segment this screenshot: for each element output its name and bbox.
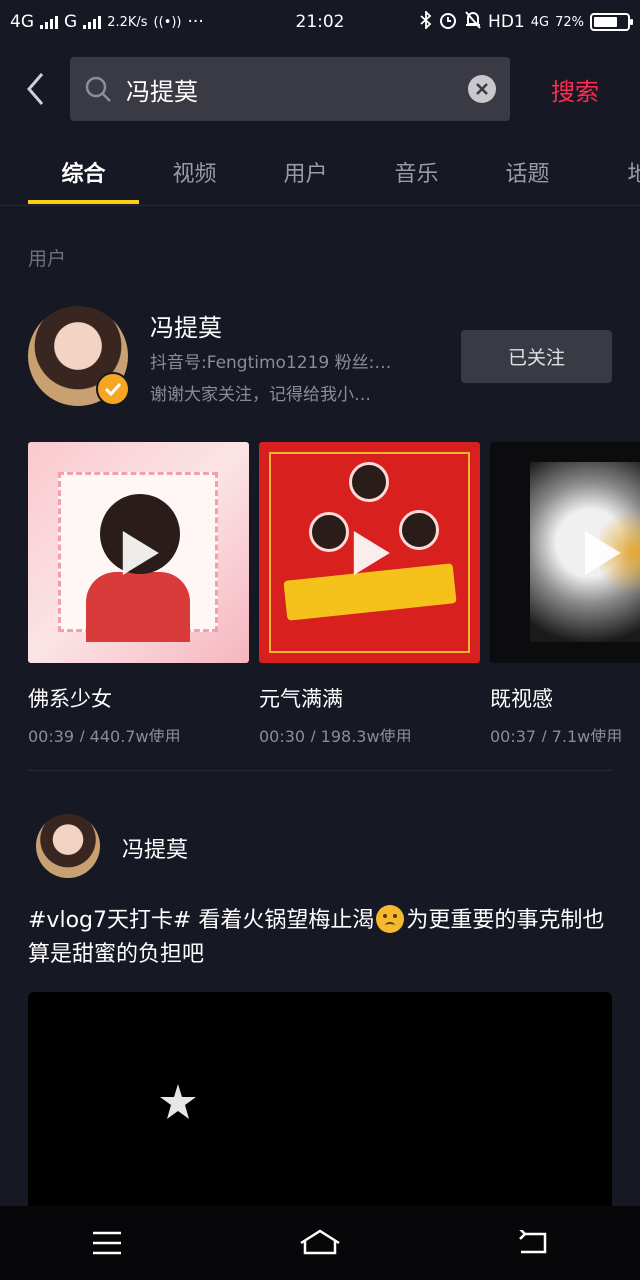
music-cover — [490, 442, 640, 663]
hd-label: HD1 — [488, 12, 525, 32]
tab-music[interactable]: 音乐 — [361, 140, 472, 205]
back-button[interactable] — [0, 56, 70, 122]
system-nav-bar — [0, 1206, 640, 1280]
status-right: HD1 4G 72% — [420, 9, 633, 35]
tab-videos[interactable]: 视频 — [139, 140, 250, 205]
follow-button[interactable]: 已关注 — [461, 330, 612, 383]
signal-1-icon — [40, 15, 58, 29]
verified-badge-icon — [96, 372, 130, 406]
mute-bell-icon — [464, 10, 482, 35]
more-dots: ··· — [187, 12, 204, 32]
alarm-icon — [438, 10, 458, 35]
search-header: 搜索 — [0, 56, 640, 122]
user-bio: 谢谢大家关注，记得给我小… — [150, 385, 371, 405]
users-section-label: 用户 — [28, 248, 67, 270]
music-title: 元气满满 — [259, 687, 343, 711]
search-icon — [85, 76, 111, 102]
user-card[interactable]: 冯提莫 抖音号:Fengtimo1219 粉丝:… 谢谢大家关注，记得给我小… … — [28, 306, 612, 410]
music-row: 佛系少女 00:39 / 440.7w使用 元气满满 00:30 / 198.3… — [28, 442, 640, 742]
tab-users[interactable]: 用户 — [250, 140, 361, 205]
back-nav-icon — [519, 1230, 547, 1254]
post-video[interactable] — [28, 992, 612, 1206]
network-2-label: G — [64, 12, 78, 32]
section-divider — [28, 770, 612, 771]
play-icon — [122, 530, 159, 575]
network-1-label: 4G — [10, 12, 34, 32]
status-bar: 4G G 2.2K/s ((•)) ··· 21:02 HD1 4G 72% — [0, 0, 640, 44]
result-tabs: 综合 视频 用户 音乐 话题 地 — [0, 140, 640, 206]
status-left: 4G G 2.2K/s ((•)) ··· — [10, 12, 204, 32]
music-cover — [259, 442, 480, 663]
post-author-name[interactable]: 冯提莫 — [122, 832, 188, 864]
search-submit-button[interactable]: 搜索 — [510, 72, 640, 107]
bluetooth-icon — [420, 9, 432, 34]
clear-search-button[interactable] — [468, 75, 496, 103]
chevron-left-icon — [27, 73, 44, 105]
music-meta: 00:37 / 7.1w使用 — [490, 727, 623, 742]
tab-all[interactable]: 综合 — [28, 140, 139, 205]
user-name: 冯提莫 — [150, 314, 222, 342]
music-title: 佛系少女 — [28, 687, 112, 711]
music-item[interactable]: 元气满满 00:30 / 198.3w使用 — [259, 442, 480, 742]
signal-2-icon — [83, 15, 102, 29]
hotspot-icon: ((•)) — [153, 14, 182, 30]
music-item[interactable]: 既视感 00:37 / 7.1w使用 — [490, 442, 640, 742]
tab-places[interactable]: 地 — [583, 140, 640, 205]
music-title: 既视感 — [490, 687, 553, 711]
play-icon — [353, 530, 390, 575]
search-input[interactable] — [126, 75, 454, 103]
post-text-part-1: #vlog7天打卡# 看着火锅望梅止渴 — [28, 908, 375, 933]
music-cover — [28, 442, 249, 663]
home-icon — [300, 1229, 340, 1255]
post-author-avatar[interactable] — [36, 814, 100, 878]
music-item[interactable]: 佛系少女 00:39 / 440.7w使用 — [28, 442, 249, 742]
status-time: 21:02 — [295, 12, 345, 32]
star-sticker-icon — [160, 1084, 196, 1119]
network-speed: 2.2K/s — [107, 14, 148, 30]
home-button[interactable] — [280, 1213, 360, 1273]
user-id-line: 抖音号:Fengtimo1219 粉丝:… — [150, 353, 392, 373]
battery-fill — [594, 17, 618, 27]
music-meta: 00:39 / 440.7w使用 — [28, 727, 181, 742]
net-small-label: 4G — [530, 14, 550, 30]
worried-face-emoji-icon — [376, 905, 405, 933]
menu-icon — [92, 1231, 121, 1255]
menu-button[interactable] — [67, 1213, 147, 1273]
battery-icon — [590, 13, 633, 31]
post-text[interactable]: #vlog7天打卡# 看着火锅望梅止渴 为更重要的事克制也算是甜蜜的负担吧 — [28, 904, 612, 972]
search-box[interactable] — [70, 57, 510, 121]
clear-icon — [476, 83, 488, 95]
back-nav-button[interactable] — [493, 1213, 573, 1273]
battery-percent: 72% — [555, 14, 584, 30]
music-meta: 00:30 / 198.3w使用 — [259, 727, 412, 742]
play-icon — [584, 530, 621, 575]
tab-topics[interactable]: 话题 — [472, 140, 583, 205]
